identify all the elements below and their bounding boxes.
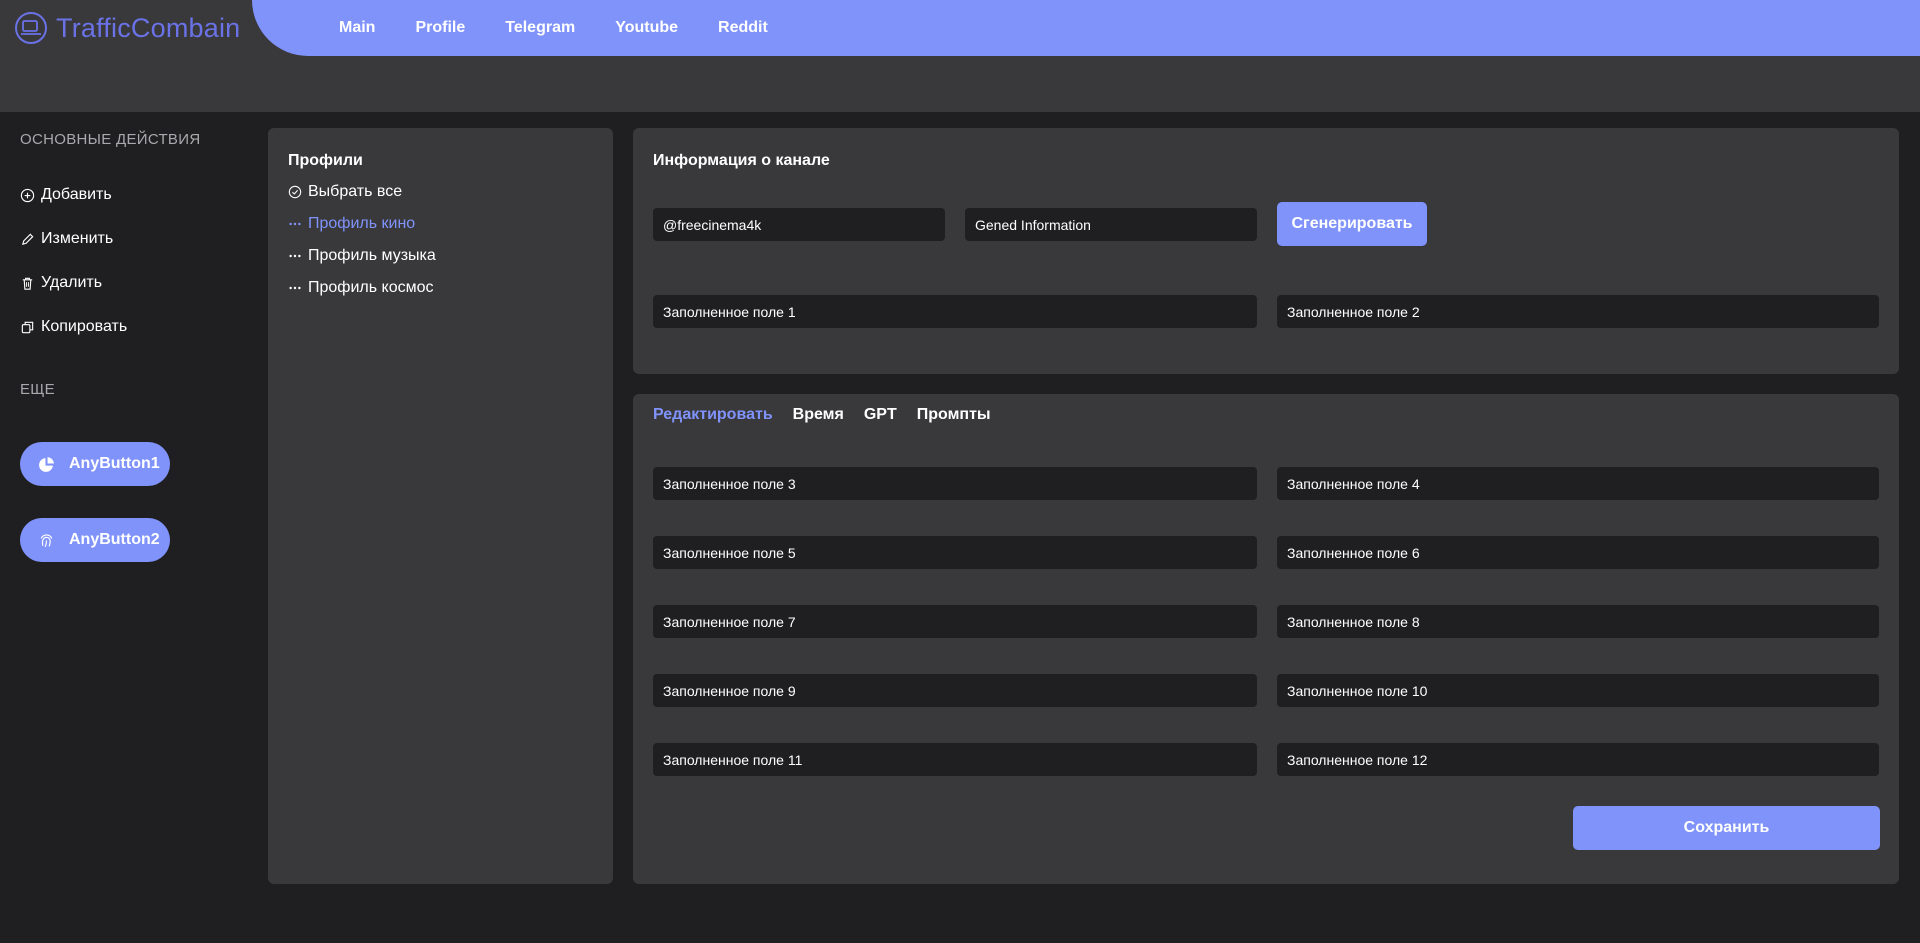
- channel-info-panel: Информация о канале Сгенерировать: [633, 128, 1899, 374]
- check-circle-icon: [288, 185, 302, 199]
- filled-field-6[interactable]: [1277, 536, 1879, 569]
- select-all-label: Выбрать все: [308, 183, 403, 200]
- logo[interactable]: TrafficCombain: [14, 10, 240, 46]
- gened-info-input[interactable]: [965, 208, 1257, 241]
- tab-gpt[interactable]: GPT: [864, 406, 897, 424]
- select-all-item[interactable]: Выбрать все: [288, 183, 402, 201]
- any-button-2-label: AnyButton2: [69, 531, 160, 548]
- filled-field-3[interactable]: [653, 467, 1257, 500]
- tab-edit[interactable]: Редактировать: [653, 406, 773, 424]
- add-action[interactable]: Добавить: [20, 186, 112, 204]
- channel-info-title: Информация о канале: [653, 152, 830, 169]
- filled-field-1[interactable]: [653, 295, 1257, 328]
- profile-item-kino[interactable]: Профиль кино: [288, 215, 415, 233]
- copy-action[interactable]: Копировать: [20, 318, 127, 336]
- logo-icon: [15, 12, 47, 44]
- profiles-panel: Профили Выбрать все Профиль кино Профиль…: [268, 128, 613, 884]
- profile-label: Профиль музыка: [308, 247, 436, 264]
- editor-panel: Редактировать Время GPT Промпты Сохранит…: [633, 394, 1899, 884]
- sidebar-main-heading: ОСНОВНЫЕ ДЕЙСТВИЯ: [20, 131, 201, 148]
- nav-profile[interactable]: Profile: [415, 19, 465, 37]
- generate-button[interactable]: Сгенерировать: [1277, 202, 1427, 246]
- profile-label: Профиль кино: [308, 215, 416, 232]
- filled-field-4[interactable]: [1277, 467, 1879, 500]
- profile-item-space[interactable]: Профиль космос: [288, 279, 434, 297]
- filled-field-2[interactable]: [1277, 295, 1879, 328]
- copy-icon: [21, 321, 34, 333]
- trash-icon: [22, 277, 33, 290]
- top-navbar: Main Profile Telegram Youtube Reddit: [252, 0, 1920, 56]
- nav-youtube[interactable]: Youtube: [615, 19, 678, 37]
- tab-time[interactable]: Время: [793, 406, 844, 424]
- nav-telegram[interactable]: Telegram: [505, 19, 575, 37]
- fingerprint-icon: [40, 533, 53, 547]
- delete-action[interactable]: Удалить: [20, 274, 102, 292]
- delete-action-label: Удалить: [41, 274, 103, 291]
- profile-item-music[interactable]: Профиль музыка: [288, 247, 436, 265]
- edit-action[interactable]: Изменить: [20, 230, 113, 248]
- channel-handle-input[interactable]: [653, 208, 945, 241]
- filled-field-8[interactable]: [1277, 605, 1879, 638]
- profiles-title: Профили: [288, 152, 363, 169]
- more-dots-icon: [289, 286, 301, 290]
- edit-action-label: Изменить: [41, 230, 114, 247]
- copy-action-label: Копировать: [41, 318, 128, 335]
- pencil-icon: [21, 233, 34, 245]
- filled-field-10[interactable]: [1277, 674, 1879, 707]
- logo-text: TrafficCombain: [56, 12, 241, 43]
- plus-circle-icon: [20, 188, 35, 202]
- filled-field-5[interactable]: [653, 536, 1257, 569]
- filled-field-7[interactable]: [653, 605, 1257, 638]
- more-dots-icon: [289, 222, 301, 226]
- sidebar-more-heading: ЕЩЕ: [20, 381, 55, 398]
- any-button-1[interactable]: AnyButton1: [20, 442, 170, 486]
- add-action-label: Добавить: [41, 186, 112, 203]
- nav-main[interactable]: Main: [339, 19, 375, 37]
- pie-chart-icon: [39, 456, 54, 472]
- filled-field-12[interactable]: [1277, 743, 1879, 776]
- any-button-2[interactable]: AnyButton2: [20, 518, 170, 562]
- more-dots-icon: [289, 254, 301, 258]
- editor-tabs: Редактировать Время GPT Промпты: [653, 406, 991, 424]
- nav-reddit[interactable]: Reddit: [718, 19, 768, 37]
- filled-field-11[interactable]: [653, 743, 1257, 776]
- filled-field-9[interactable]: [653, 674, 1257, 707]
- save-button[interactable]: Сохранить: [1573, 806, 1880, 850]
- any-button-1-label: AnyButton1: [69, 455, 160, 472]
- tab-prompts[interactable]: Промпты: [917, 406, 991, 424]
- profile-label: Профиль космос: [308, 279, 434, 296]
